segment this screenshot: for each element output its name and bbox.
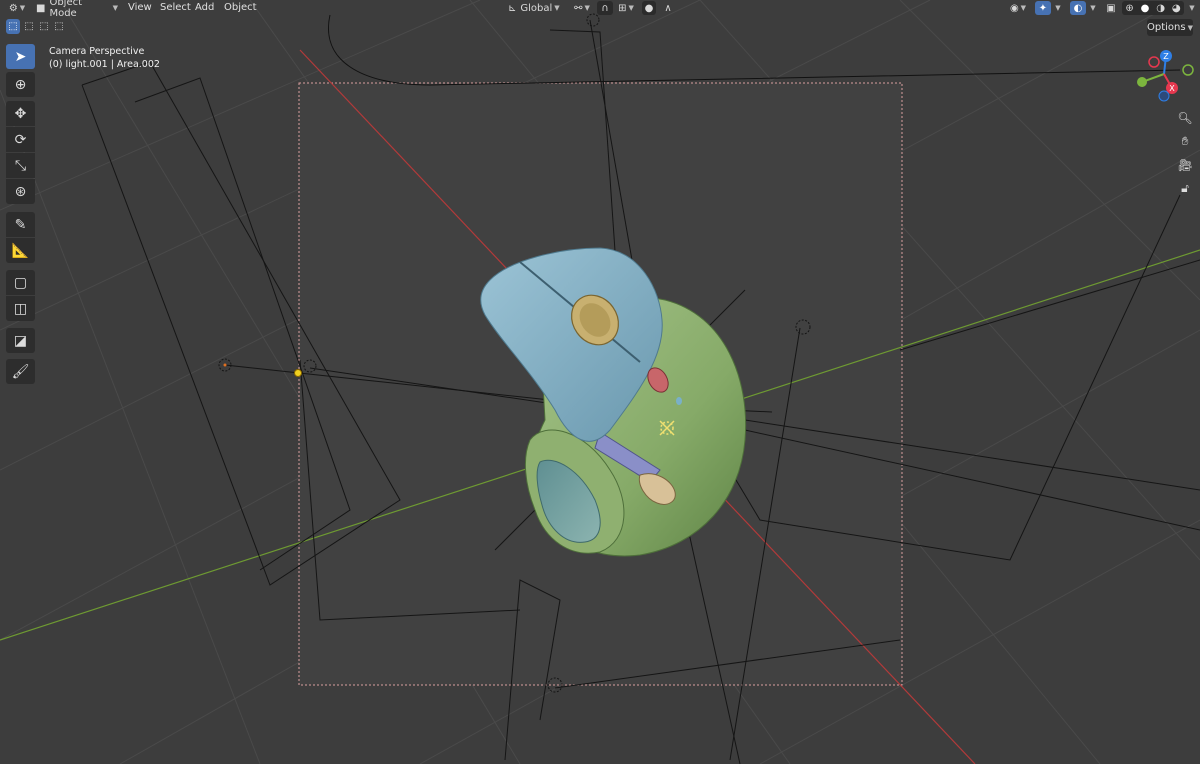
magnet-icon: ∩ <box>601 2 609 14</box>
y-axis-handle <box>1137 77 1147 87</box>
shear-icon: ◪ <box>13 332 28 349</box>
paint-tool[interactable]: 🖌 <box>6 359 35 384</box>
move-arrows-icon: ✥ <box>14 105 27 122</box>
select-invert-icon: ⬚ <box>54 21 64 32</box>
select-subtract-icon: ⬚ <box>39 21 49 32</box>
brush-icon: 🖌 <box>11 363 30 380</box>
3d-cursor-icon: ⊕ <box>14 76 27 93</box>
neg-y-axis-handle <box>1182 64 1194 76</box>
add-object-tool[interactable]: ◫ <box>6 296 35 321</box>
collection-label: (0) light.001 | Area.002 <box>49 59 160 70</box>
falloff-curve-icon: ∧ <box>664 2 672 14</box>
measure-tool[interactable]: 📐 <box>6 238 35 263</box>
chevron-down-icon: ▼ <box>1187 24 1193 32</box>
shading-modes: ⊕ ● ◑ ◕ <box>1122 1 1184 15</box>
z-axis-label: Z <box>1163 52 1169 61</box>
cursor-arrow-icon: ➤ <box>14 48 27 65</box>
editor-type-button[interactable]: ⚙ ▼ <box>6 1 28 15</box>
rendered-shading-icon[interactable]: ◕ <box>1172 3 1181 14</box>
scale-tool[interactable]: ⤡ <box>6 153 35 178</box>
select-mode-invert-button[interactable]: ⬚ <box>52 19 66 34</box>
chevron-down-icon: ▼ <box>112 4 118 12</box>
add-cube-tool[interactable]: ▢ <box>6 270 35 295</box>
select-new-icon: ⬚ <box>8 21 18 32</box>
x-axis-label: X <box>1169 84 1175 93</box>
menu-object[interactable]: Object <box>224 1 257 15</box>
cursor-tool[interactable]: ⊕ <box>6 72 35 97</box>
object-mode-icon: ■ <box>36 2 46 14</box>
lock-camera-button[interactable]: 🔓︎ <box>1175 178 1195 198</box>
rotate-icon: ⟳ <box>14 131 27 148</box>
camera-view-button[interactable]: 🎥︎ <box>1175 155 1195 175</box>
annotate-pen-icon: ✎ <box>14 216 27 233</box>
transform-tool[interactable]: ⊛ <box>6 179 35 204</box>
select-extend-icon: ⬚ <box>24 21 34 32</box>
gizmo-toggle[interactable]: ✦ <box>1035 1 1051 15</box>
menu-view[interactable]: View <box>128 1 152 15</box>
solid-shading-icon[interactable]: ● <box>1141 3 1150 14</box>
mode-label: Object Mode <box>49 0 83 19</box>
annotate-tool[interactable]: ✎ <box>6 212 35 237</box>
proportional-edit-toggle[interactable]: ● <box>642 1 656 15</box>
perspective-label: Camera Perspective <box>49 46 145 57</box>
select-mode-new-button[interactable]: ⬚ <box>6 19 20 34</box>
neg-x-axis-handle <box>1148 56 1160 68</box>
options-label: Options <box>1147 22 1186 33</box>
falloff-dropdown[interactable]: ∧ <box>658 1 678 15</box>
scale-icon: ⤡ <box>14 157 27 174</box>
select-mode-subtract-button[interactable]: ⬚ <box>37 19 51 34</box>
transform-orientation-dropdown[interactable]: ⊾ Global ▼ <box>508 1 566 15</box>
proportional-edit-icon: ● <box>644 2 654 14</box>
menu-select[interactable]: Select <box>160 1 191 15</box>
xray-toggle[interactable]: ▣ <box>1104 1 1118 15</box>
zoom-magnifier-icon: 🔍︎ <box>1177 111 1193 125</box>
editor-type-icon: ⚙ <box>8 2 18 14</box>
options-dropdown[interactable]: Options ▼ <box>1147 19 1193 36</box>
gizmo-icon: ✦ <box>1038 2 1048 14</box>
gizmo-dropdown[interactable]: ▼ <box>1052 1 1062 15</box>
xray-icon: ▣ <box>1106 2 1116 14</box>
chevron-down-icon: ▼ <box>1189 4 1195 12</box>
overlays-toggle[interactable]: ◐ <box>1070 1 1086 15</box>
visibility-dropdown[interactable]: ◉ ▼ <box>1006 1 1030 15</box>
navigation-gizmo[interactable]: Z X <box>1130 46 1200 106</box>
lock-icon: 🔓︎ <box>1181 180 1189 195</box>
zoom-button[interactable]: 🔍︎ <box>1175 108 1195 128</box>
eye-icon: ◉ <box>1009 2 1019 14</box>
chevron-down-icon: ▼ <box>554 4 560 12</box>
ruler-icon: 📐 <box>11 242 30 259</box>
viewport-info: Camera Perspective (0) light.001 | Area.… <box>49 45 160 71</box>
pivot-point-dropdown[interactable]: ⚯ ▼ <box>570 1 594 15</box>
pan-button[interactable]: ✋︎ <box>1175 131 1195 151</box>
rotate-tool[interactable]: ⟳ <box>6 127 35 152</box>
overlays-dropdown[interactable]: ▼ <box>1087 1 1097 15</box>
viewport-header: ⚙ ▼ ⬚ ⬚ ⬚ ⬚ ■ Object Mode ▼ View Select A… <box>0 0 1200 34</box>
snap-target-dropdown[interactable]: ⊞ ▼ <box>614 1 638 15</box>
transform-icon: ⊛ <box>14 183 27 200</box>
mode-dropdown[interactable]: ■ Object Mode ▼ <box>36 0 118 19</box>
menu-add[interactable]: Add <box>195 1 214 15</box>
chevron-down-icon: ▼ <box>1055 4 1061 12</box>
select-mode-extend-button[interactable]: ⬚ <box>22 19 36 34</box>
wireframe-shading-icon[interactable]: ⊕ <box>1125 3 1133 14</box>
move-tool[interactable]: ✥ <box>6 101 35 126</box>
material-shading-icon[interactable]: ◑ <box>1156 3 1165 14</box>
add-object-icon: ◫ <box>13 300 28 317</box>
select-box-tool[interactable]: ➤ <box>6 44 35 69</box>
chevron-down-icon: ▼ <box>1090 4 1096 12</box>
hand-icon: ✋︎ <box>1181 133 1189 148</box>
add-cube-icon: ▢ <box>13 274 28 291</box>
shading-dropdown[interactable]: ▼ <box>1185 1 1197 15</box>
snap-toggle[interactable]: ∩ <box>597 1 613 15</box>
camera-icon: 🎥︎ <box>1177 158 1193 172</box>
snap-grid-icon: ⊞ <box>618 2 627 14</box>
3d-viewport[interactable] <box>0 0 1200 764</box>
neg-z-axis-handle <box>1158 90 1170 102</box>
pivot-icon: ⚯ <box>574 2 583 14</box>
overlays-icon: ◐ <box>1073 2 1083 14</box>
shear-tool[interactable]: ◪ <box>6 328 35 353</box>
orientation-label: Global <box>520 2 553 14</box>
orientation-icon: ⊾ <box>508 2 517 14</box>
